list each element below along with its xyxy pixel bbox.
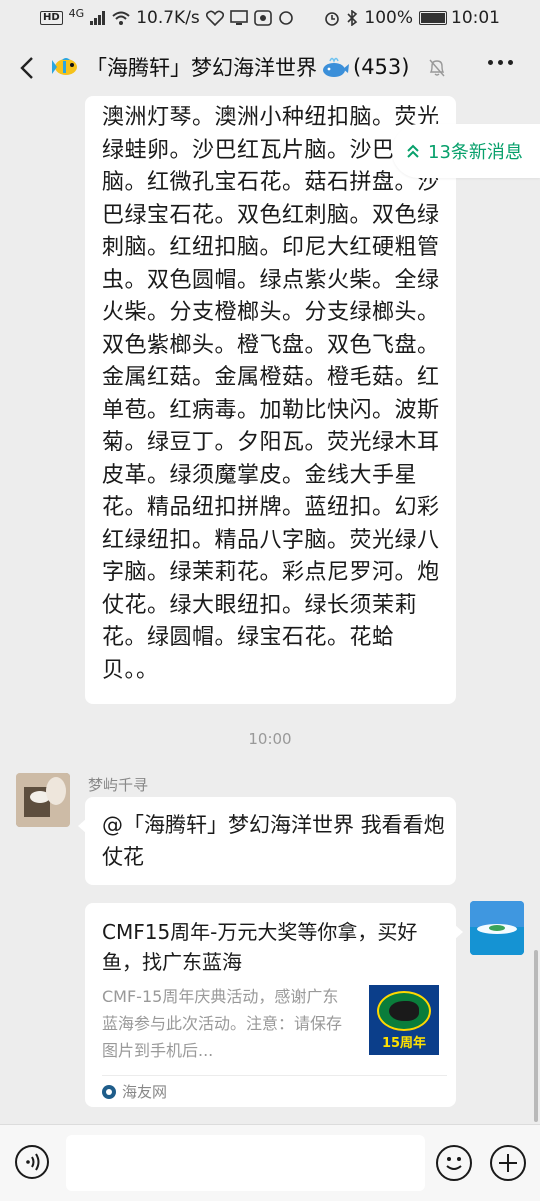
card-divider — [102, 1075, 447, 1076]
screen-icon — [229, 10, 248, 25]
message-text: 澳洲灯琴。澳洲小种纽扣脑。荧光绿蛙卵。沙巴红瓦片脑。沙巴河谷脑。红微孔宝石花。菇… — [102, 105, 440, 683]
status-left: HD 4G 10.7K/s — [40, 6, 294, 28]
circle-icon — [278, 11, 293, 25]
plus-icon — [499, 1154, 517, 1172]
mute-bell-icon — [429, 59, 445, 77]
thumbnail-label: 15周年 — [381, 1036, 427, 1051]
new-messages-label: 13条新消息 — [428, 142, 523, 163]
voice-icon — [26, 1153, 40, 1171]
chat-header: 「海腾轩」梦幻海洋世界 (453) — [0, 36, 540, 100]
chat-title-group[interactable]: 「海腾轩」梦幻海洋世界 (453) — [52, 52, 409, 82]
new-messages-button[interactable]: 13条新消息 — [392, 124, 540, 178]
app-icon — [253, 10, 272, 26]
hd-badge: HD — [40, 11, 63, 25]
signal-bars-icon — [90, 11, 106, 25]
status-bar: HD 4G 10.7K/s 100% 10:01 — [0, 0, 540, 36]
card-thumbnail: 15周年 — [369, 985, 439, 1055]
message-input[interactable] — [66, 1135, 425, 1191]
battery-percent: 100% — [364, 8, 413, 28]
message-bubble-reply[interactable]: @「海腾轩」梦幻海洋世界 我看看炮仗花 — [78, 797, 456, 885]
source-icon — [102, 1084, 116, 1099]
fish-emoji-icon — [52, 58, 77, 75]
avatar[interactable] — [16, 773, 70, 827]
card-source: 海友网 — [102, 1081, 167, 1102]
back-icon[interactable] — [14, 54, 42, 82]
signal-icon: 4G — [68, 6, 85, 20]
emoji-button[interactable] — [436, 1145, 472, 1181]
card-title: CMF15周年-万元大奖等你拿，买好鱼，找广东蓝海 — [102, 920, 418, 974]
avatar-self-image — [470, 901, 524, 955]
sender-name: 梦屿千寻 — [88, 776, 149, 794]
chat-title: 「海腾轩」梦幻海洋世界 — [86, 56, 317, 80]
link-card[interactable]: CMF15周年-万元大奖等你拿，买好鱼，找广东蓝海 CMF-15周年庆典活动，感… — [85, 903, 463, 1107]
plus-button[interactable] — [490, 1145, 526, 1181]
voice-button[interactable] — [15, 1145, 49, 1179]
reply-text: @「海腾轩」梦幻海洋世界 我看看炮仗花 — [102, 813, 445, 869]
wifi-icon — [112, 11, 130, 25]
source-name: 海友网 — [122, 1083, 168, 1101]
more-icon[interactable] — [488, 60, 513, 65]
card-description: CMF-15周年庆典活动，感谢广东蓝海参与此次活动。注意：请保存图片到手机后..… — [102, 987, 343, 1060]
network-speed: 10.7K/s — [136, 8, 200, 28]
clock: 10:01 — [451, 8, 500, 28]
scrollbar[interactable] — [534, 950, 538, 1122]
input-bar — [0, 1124, 540, 1201]
alarm-icon — [325, 12, 340, 26]
battery-icon — [419, 11, 447, 25]
status-right: 100% 10:01 — [324, 8, 500, 28]
health-icon — [205, 10, 224, 26]
member-count: (453) — [353, 55, 410, 79]
message-timestamp: 10:00 — [248, 730, 292, 748]
bluetooth-icon — [347, 10, 358, 26]
avatar-self[interactable] — [470, 901, 524, 955]
double-chevron-up-icon — [407, 144, 419, 158]
whale-emoji-icon — [323, 57, 349, 77]
avatar-image — [16, 773, 70, 827]
message-bubble-long[interactable]: 澳洲灯琴。澳洲小种纽扣脑。荧光绿蛙卵。沙巴红瓦片脑。沙巴河谷脑。红微孔宝石花。菇… — [85, 96, 456, 704]
emoji-icon — [446, 1157, 462, 1170]
